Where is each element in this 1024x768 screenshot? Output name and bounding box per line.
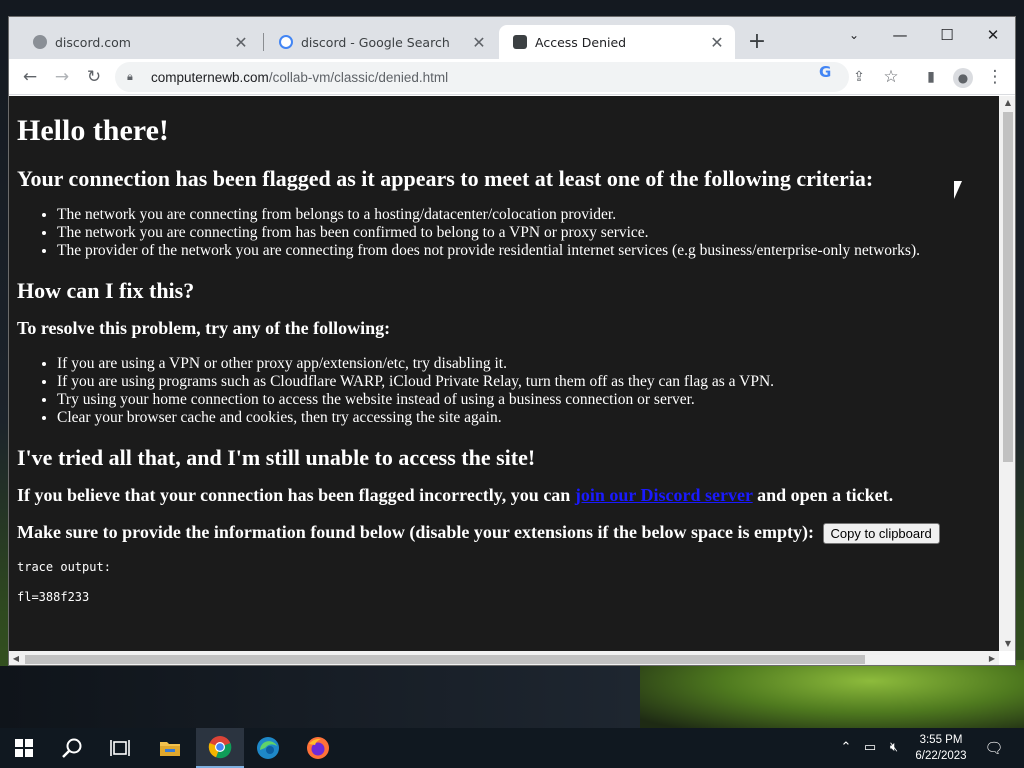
bookmark-star-icon[interactable]: ☆ xyxy=(879,65,903,89)
desktop-wallpaper-grass xyxy=(640,660,1024,730)
criteria-list: The network you are connecting from belo… xyxy=(57,206,991,260)
globe-icon xyxy=(33,35,47,49)
list-item: Try using your home connection to access… xyxy=(57,391,991,409)
address-bar[interactable]: 🔒︎ computernewb.com/collab-vm/classic/de… xyxy=(115,62,849,92)
fixes-list: If you are using a VPN or other proxy ap… xyxy=(57,355,991,427)
computernewb-icon xyxy=(513,35,527,49)
fix-heading: How can I fix this? xyxy=(17,278,195,303)
side-panel-icon[interactable]: ▮ xyxy=(919,65,943,89)
close-window-button[interactable]: ✕ xyxy=(970,21,1015,49)
provide-text: Make sure to provide the information fou… xyxy=(17,522,815,542)
edge-icon xyxy=(257,737,279,759)
list-item: The network you are connecting from belo… xyxy=(57,206,991,224)
tried-heading: I've tried all that, and I'm still unabl… xyxy=(17,445,536,470)
windows-logo-icon xyxy=(15,739,33,757)
mouse-cursor-icon xyxy=(954,181,962,199)
trace-line: fl=388f233 xyxy=(17,590,90,605)
scroll-left-arrow-icon[interactable]: ◀ xyxy=(9,651,23,665)
tab-separator xyxy=(263,33,264,51)
flag-heading: Your connection has been flagged as it a… xyxy=(17,166,874,191)
vertical-scrollbar[interactable]: ▲ ▼ xyxy=(999,96,1015,651)
incorrect-prefix: If you believe that your connection has … xyxy=(17,485,575,505)
incorrect-paragraph: If you believe that your connection has … xyxy=(17,485,991,506)
task-view-icon xyxy=(110,740,130,756)
file-explorer-button[interactable] xyxy=(146,728,194,768)
clock-date: 6/22/2023 xyxy=(915,750,967,762)
google-lens-icon[interactable]: G xyxy=(819,63,831,81)
new-tab-button[interactable]: + xyxy=(745,31,769,55)
trace-label: trace output: xyxy=(17,560,111,575)
desktop-wallpaper-left xyxy=(0,666,640,728)
copy-to-clipboard-button[interactable]: Copy to clipboard xyxy=(822,523,940,545)
tab-title: discord.com xyxy=(55,34,131,50)
show-hidden-icons-chevron-icon[interactable]: ⌃ xyxy=(836,738,856,758)
scroll-up-arrow-icon[interactable]: ▲ xyxy=(999,96,1015,110)
horizontal-scroll-thumb[interactable] xyxy=(25,655,865,664)
list-item: Clear your browser cache and cookies, th… xyxy=(57,409,991,427)
search-icon xyxy=(62,738,82,758)
back-button[interactable]: ← xyxy=(18,65,42,89)
clock-time: 3:55 PM xyxy=(919,734,963,746)
notifications-icon[interactable]: 🗨︎ xyxy=(984,738,1004,758)
volume-muted-icon[interactable]: 🔇︎ xyxy=(884,738,904,758)
tab-search-chevron-icon[interactable]: ⌄ xyxy=(831,21,877,49)
profile-avatar-icon[interactable]: ● xyxy=(951,65,975,89)
forward-button[interactable]: → xyxy=(50,65,74,89)
list-item: The network you are connecting from has … xyxy=(57,224,991,242)
share-icon[interactable]: ⇪ xyxy=(847,65,871,89)
url-path: /collab-vm/classic/denied.html xyxy=(268,69,449,85)
menu-kebab-icon[interactable]: ⋮ xyxy=(983,65,1007,89)
firefox-icon xyxy=(307,737,329,759)
taskbar: ⌃ ▭ 🔇︎ 3:55 PM 6/22/2023 🗨︎ xyxy=(0,728,1024,768)
incorrect-suffix: and open a ticket. xyxy=(752,485,894,505)
search-button[interactable] xyxy=(48,728,96,768)
list-item: If you are using programs such as Cloudf… xyxy=(57,373,991,391)
scroll-down-arrow-icon[interactable]: ▼ xyxy=(999,637,1015,651)
browser-toolbar: ← → ↻ 🔒︎ computernewb.com/collab-vm/clas… xyxy=(9,59,1015,95)
chrome-icon xyxy=(208,736,232,759)
maximize-button[interactable]: ☐ xyxy=(924,21,970,49)
trace-output: trace output: fl=388f233 xyxy=(17,560,991,604)
resolve-heading: To resolve this problem, try any of the … xyxy=(17,318,391,338)
page-content: Hello there! Your connection has been fl… xyxy=(9,96,999,604)
edge-taskbar-button[interactable] xyxy=(244,728,292,768)
minimize-button[interactable]: — xyxy=(877,21,923,49)
firefox-taskbar-button[interactable] xyxy=(294,728,342,768)
tab-access-denied[interactable]: Access Denied ✕ xyxy=(499,25,735,59)
discord-server-link[interactable]: join our Discord server xyxy=(575,485,753,505)
vertical-scroll-thumb[interactable] xyxy=(1003,112,1013,462)
tab-discord[interactable]: discord.com ✕ xyxy=(19,25,259,59)
task-view-button[interactable] xyxy=(96,728,144,768)
list-item: The provider of the network you are conn… xyxy=(57,242,991,260)
url-text: computernewb.com/collab-vm/classic/denie… xyxy=(151,70,448,85)
tab-title: discord - Google Search xyxy=(301,34,450,50)
scroll-right-arrow-icon[interactable]: ▶ xyxy=(985,651,999,665)
folder-icon xyxy=(160,742,180,756)
list-item: If you are using a VPN or other proxy ap… xyxy=(57,355,991,373)
reload-button[interactable]: ↻ xyxy=(82,65,106,89)
start-button[interactable] xyxy=(0,728,48,768)
provide-paragraph: Make sure to provide the information fou… xyxy=(17,522,991,545)
network-icon[interactable]: ▭ xyxy=(860,738,880,758)
lock-icon[interactable]: 🔒︎ xyxy=(127,70,141,84)
horizontal-scrollbar[interactable]: ◀ ▶ xyxy=(9,651,999,665)
browser-window: discord.com ✕ discord - Google Search ✕ … xyxy=(8,16,1016,666)
url-domain: computernewb.com xyxy=(151,69,269,85)
chrome-taskbar-button[interactable] xyxy=(196,728,244,768)
close-tab-icon[interactable]: ✕ xyxy=(709,33,725,52)
tab-google-search[interactable]: discord - Google Search ✕ xyxy=(265,25,497,59)
system-clock[interactable]: 3:55 PM 6/22/2023 xyxy=(908,732,974,764)
page-viewport: Hello there! Your connection has been fl… xyxy=(9,96,999,651)
page-title: Hello there! xyxy=(17,114,169,147)
close-tab-icon[interactable]: ✕ xyxy=(233,33,249,52)
google-icon xyxy=(279,35,293,49)
close-tab-icon[interactable]: ✕ xyxy=(471,33,487,52)
tab-strip: discord.com ✕ discord - Google Search ✕ … xyxy=(9,17,1015,59)
tab-title: Access Denied xyxy=(535,34,627,50)
